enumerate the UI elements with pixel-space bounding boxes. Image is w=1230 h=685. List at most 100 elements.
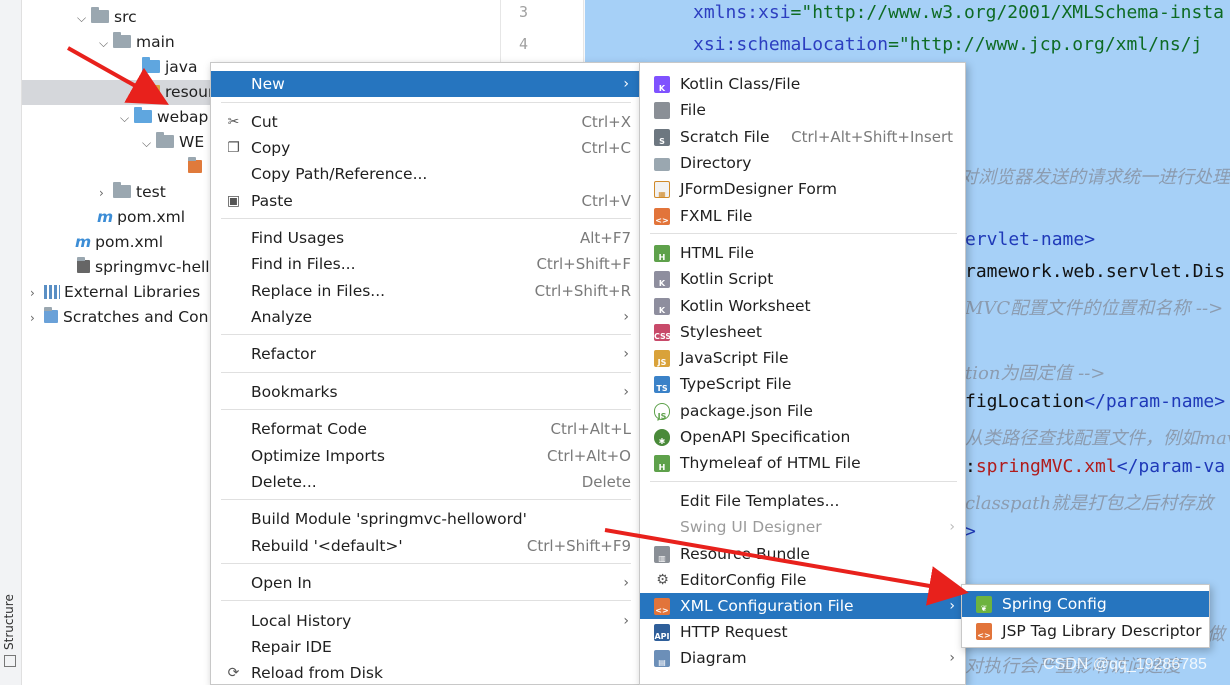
menu-item-label: Diagram [680, 649, 747, 667]
menu-item-repair-ide[interactable]: Repair IDE [211, 634, 639, 660]
new-file[interactable]: File [640, 97, 965, 123]
menu-item-replace-in-files[interactable]: Replace in Files... Ctrl+Shift+R [211, 278, 639, 304]
code-text: ramework.web.servlet.Dis [965, 261, 1226, 282]
menu-item-label: Scratch File [680, 128, 770, 146]
chevron-right-icon[interactable]: › [99, 181, 113, 206]
new-submenu: K Kotlin Class/File File S Scratch File Ctr… [639, 62, 966, 685]
menu-item-label: XML Configuration File [680, 597, 854, 615]
new-openapi-spec[interactable]: ✱ OpenAPI Specification [640, 424, 965, 450]
menu-item-label: Repair IDE [251, 638, 332, 656]
chevron-right-icon: › [623, 309, 629, 325]
chevron-down-icon[interactable]: ⌵ [77, 6, 91, 31]
tree-item-webapp[interactable]: ⌵ webap [120, 105, 208, 130]
menu-item-reload-from-disk[interactable]: ⟳ Reload from Disk [211, 660, 639, 685]
tree-item-label: webap [157, 108, 209, 126]
swing-ui-designer[interactable]: Swing UI Designer › [640, 514, 965, 540]
menu-item-build-module[interactable]: Build Module 'springmvc-helloword' [211, 506, 639, 532]
structure-tab[interactable]: Structure [2, 594, 16, 650]
menu-item-bookmarks[interactable]: Bookmarks › [211, 379, 639, 405]
new-jsp-tag-library-descriptor[interactable]: <> JSP Tag Library Descriptor [962, 618, 1209, 644]
menu-item-shortcut: Ctrl+Alt+L [550, 420, 632, 438]
menu-item-label: Paste [251, 192, 293, 210]
new-kotlin-worksheet[interactable]: K Kotlin Worksheet [640, 293, 965, 319]
menu-item-shortcut: Ctrl+Alt+Shift+Insert [791, 128, 953, 146]
new-javascript-file[interactable]: JS JavaScript File [640, 345, 965, 371]
code-text: : [965, 456, 976, 477]
tree-item-java[interactable]: java [142, 55, 197, 80]
menu-item-find-usages[interactable]: Find Usages Alt+F7 [211, 225, 639, 251]
chevron-right-icon[interactable]: › [30, 306, 44, 331]
tree-item-scratches[interactable]: › Scratches and Con [30, 305, 208, 330]
folder-icon [91, 7, 109, 23]
css-file-icon: CSS [654, 324, 671, 341]
folder-icon [156, 132, 174, 148]
new-package-json[interactable]: JS package.json File [640, 398, 965, 424]
tree-item-main[interactable]: ⌵ main [99, 30, 175, 55]
new-diagram[interactable]: ▤ Diagram › [640, 645, 965, 671]
new-kotlin-script[interactable]: K Kotlin Script [640, 266, 965, 292]
menu-item-shortcut: Ctrl+Shift+R [534, 282, 631, 300]
tree-item-iml[interactable]: springmvc-hello [77, 255, 219, 280]
chevron-down-icon[interactable]: ⌵ [99, 31, 113, 56]
tree-item-resources[interactable]: resour [22, 80, 214, 105]
chevron-down-icon[interactable]: ⌵ [142, 131, 156, 156]
menu-item-paste[interactable]: ▣ Paste Ctrl+V [211, 188, 639, 214]
code-line: xmlns:xsi="http://www.w3.org/2001/XMLSch… [693, 2, 1224, 23]
menu-item-analyze[interactable]: Analyze › [211, 304, 639, 330]
menu-item-reformat-code[interactable]: Reformat Code Ctrl+Alt+L [211, 416, 639, 442]
new-typescript-file[interactable]: TS TypeScript File [640, 371, 965, 397]
menu-item-find-in-files[interactable]: Find in Files... Ctrl+Shift+F [211, 251, 639, 277]
tree-item-src[interactable]: ⌵ src [77, 5, 137, 30]
menu-item-optimize-imports[interactable]: Optimize Imports Ctrl+Alt+O [211, 443, 639, 469]
new-editorconfig-file[interactable]: ⚙ EditorConfig File [640, 567, 965, 593]
tree-item-external-libraries[interactable]: › External Libraries [30, 280, 200, 305]
menu-item-label: Copy [251, 139, 291, 157]
menu-item-rebuild[interactable]: Rebuild '<default>' Ctrl+Shift+F9 [211, 533, 639, 559]
chevron-down-icon[interactable]: ⌵ [120, 106, 134, 131]
chevron-right-icon[interactable]: › [30, 281, 44, 306]
menu-item-new[interactable]: New › [211, 71, 639, 97]
new-fxml-file[interactable]: <> FXML File [640, 203, 965, 229]
menu-item-label: JSP Tag Library Descriptor [1002, 622, 1202, 640]
jsp-tld-icon: <> [976, 623, 992, 640]
menu-item-local-history[interactable]: Local History › [211, 608, 639, 634]
new-scratch-file[interactable]: S Scratch File Ctrl+Alt+Shift+Insert [640, 124, 965, 150]
edit-file-templates[interactable]: Edit File Templates... [640, 488, 965, 514]
tree-item-webxml[interactable] [188, 155, 207, 180]
new-xml-configuration-file[interactable]: <> XML Configuration File › [640, 593, 965, 619]
new-kotlin-class[interactable]: K Kotlin Class/File [640, 71, 965, 97]
new-resource-bundle[interactable]: ▥ Resource Bundle [640, 541, 965, 567]
menu-item-copy-path[interactable]: Copy Path/Reference... [211, 161, 639, 187]
new-directory[interactable]: Directory [640, 150, 965, 176]
resources-folder-icon [142, 82, 160, 98]
new-thymeleaf-html[interactable]: H Thymeleaf of HTML File [640, 450, 965, 476]
diagram-icon: ▤ [654, 650, 670, 667]
new-jformdesigner-form[interactable]: ▦ JFormDesigner Form [640, 176, 965, 202]
menu-item-delete[interactable]: Delete... Delete [211, 469, 639, 495]
reload-icon: ⟳ [227, 665, 240, 681]
tree-item-webinf[interactable]: ⌵ WE [142, 130, 204, 155]
tree-item-label: java [165, 58, 198, 76]
new-spring-config[interactable]: ❦ Spring Config [962, 591, 1209, 617]
xml-file-icon: <> [654, 598, 670, 615]
menu-item-copy[interactable]: ❐ Copy Ctrl+C [211, 135, 639, 161]
menu-item-refactor[interactable]: Refactor › [211, 341, 639, 367]
menu-item-label: Stylesheet [680, 323, 762, 341]
menu-item-shortcut: Ctrl+X [581, 113, 631, 131]
xml-file-icon [188, 157, 202, 173]
menu-item-open-in[interactable]: Open In › [211, 570, 639, 596]
structure-icon[interactable] [4, 655, 16, 667]
new-http-request[interactable]: API HTTP Request [640, 619, 965, 645]
tree-item-test[interactable]: › test [99, 180, 166, 205]
maven-icon: m [97, 208, 114, 226]
new-stylesheet[interactable]: CSS Stylesheet [640, 319, 965, 345]
code-value: springMVC.xml [975, 456, 1117, 477]
watermark: CSDN @qq_19286785 [1043, 656, 1207, 673]
tree-item-pom[interactable]: m pom.xml [75, 230, 163, 255]
menu-item-cut[interactable]: ✂ Cut Ctrl+X [211, 109, 639, 135]
menu-item-shortcut: Ctrl+V [581, 192, 631, 210]
new-html-file[interactable]: H HTML File [640, 240, 965, 266]
menu-item-label: Optimize Imports [251, 447, 385, 465]
menu-item-label: Find in Files... [251, 255, 356, 273]
tree-item-pom-inner[interactable]: m pom.xml [97, 205, 185, 230]
